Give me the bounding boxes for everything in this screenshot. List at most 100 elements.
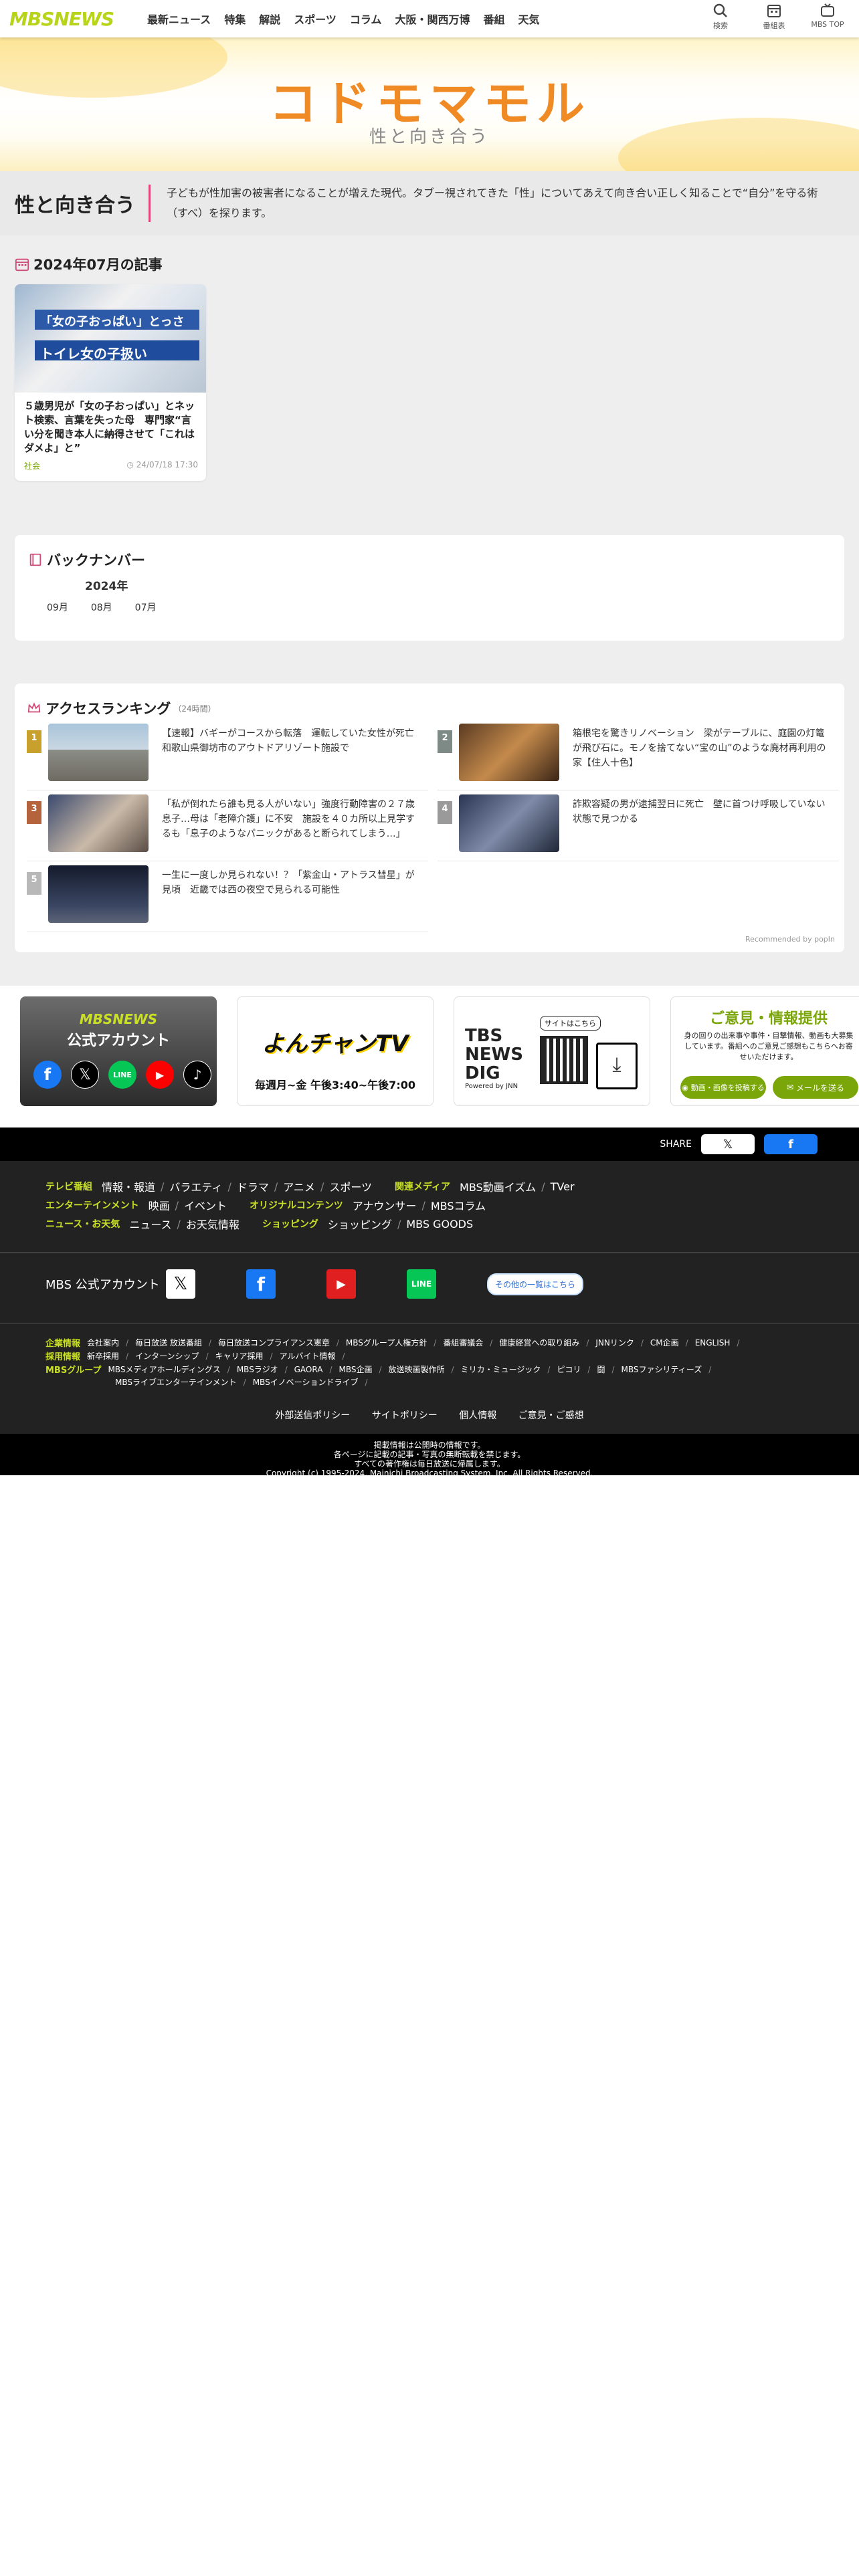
share-facebook-button[interactable]: f bbox=[764, 1134, 818, 1154]
footer-category: オリジナルコンテンツ bbox=[250, 1200, 343, 1211]
tv-icon bbox=[821, 3, 834, 17]
ranking-item[interactable]: 5 一生に一度しか見られない！？「紫金山・アトラス彗星」が見頃 近畿では西の夜空… bbox=[27, 865, 428, 932]
facebook-icon[interactable]: f bbox=[246, 1269, 276, 1299]
nav-commentary[interactable]: 解説 bbox=[252, 11, 287, 27]
footer-link[interactable]: 放送映画製作所 bbox=[389, 1364, 445, 1375]
footer-link[interactable]: TVer bbox=[551, 1180, 575, 1193]
rank-number: 3 bbox=[27, 801, 41, 824]
ranking-thumbnail bbox=[459, 724, 559, 781]
youtube-icon[interactable]: ▶ bbox=[326, 1269, 356, 1299]
footer-link[interactable]: イベント bbox=[184, 1197, 227, 1213]
nav-column[interactable]: コラム bbox=[343, 11, 389, 27]
promo-official-accounts[interactable]: MBSNEWS 公式アカウント f 𝕏 LINE ▶ ♪ bbox=[20, 996, 217, 1106]
footer-link[interactable]: スポーツ bbox=[329, 1178, 372, 1194]
footer-link[interactable]: JNNリンク bbox=[595, 1337, 634, 1348]
line-icon: LINE bbox=[108, 1061, 136, 1089]
footer-link[interactable]: MBS GOODS bbox=[406, 1218, 473, 1230]
footer-link[interactable]: ENGLISH bbox=[695, 1338, 731, 1348]
footer-link[interactable]: 毎日放送コンプライアンス憲章 bbox=[218, 1337, 330, 1348]
month-link[interactable]: 09月 bbox=[43, 599, 72, 615]
mbs-top-button[interactable]: MBS TOP bbox=[809, 3, 846, 31]
policy-links: 外部送信ポリシー サイトポリシー 個人情報 ご意見・ご感想 bbox=[0, 1408, 859, 1422]
footer-link[interactable]: アナウンサー bbox=[353, 1197, 417, 1213]
ranking-heading: アクセスランキング （24時間） bbox=[27, 698, 216, 718]
footer-link[interactable]: CM企画 bbox=[650, 1337, 679, 1348]
footer-link[interactable]: 闘 bbox=[597, 1364, 605, 1375]
rank-number: 4 bbox=[438, 801, 452, 824]
footer-link[interactable]: 新卒採用 bbox=[87, 1350, 119, 1362]
footer-link[interactable]: アニメ bbox=[283, 1178, 315, 1194]
footer-link[interactable]: お天気情報 bbox=[186, 1216, 240, 1232]
footer-link[interactable]: バラエティ bbox=[169, 1178, 222, 1194]
group-links-2: MBSライブエンターテインメント / MBSイノベーションドライブ / bbox=[115, 1376, 368, 1388]
footer-link[interactable]: MBSメディアホールディングス bbox=[108, 1364, 220, 1375]
article-date: ◷ 24/07/18 17:30 bbox=[126, 460, 198, 471]
nav-features[interactable]: 特集 bbox=[217, 11, 252, 27]
footer-link[interactable]: ショッピング bbox=[328, 1216, 392, 1232]
footer-link[interactable]: MBSコラム bbox=[431, 1197, 486, 1213]
policy-link[interactable]: サイトポリシー bbox=[372, 1410, 438, 1421]
footer-link[interactable]: MBSイノベーションドライブ bbox=[253, 1376, 359, 1388]
mbsnews-logo[interactable]: MBSNEWS bbox=[9, 8, 114, 30]
divider bbox=[149, 185, 151, 222]
program-guide-button[interactable]: 番組表 bbox=[756, 3, 792, 31]
footer-link[interactable]: 情報・報道 bbox=[102, 1178, 155, 1194]
promo-tbs-logo: TBS NEWS DIG bbox=[465, 1026, 523, 1083]
nav-expo[interactable]: 大阪・関西万博 bbox=[388, 11, 476, 27]
footer-link[interactable]: MBSラジオ bbox=[237, 1364, 278, 1375]
footer-link[interactable]: 映画 bbox=[149, 1197, 170, 1213]
copyright-line: すべての著作権は毎日放送に帰属します。 bbox=[354, 1459, 505, 1469]
backnumber-section: バックナンバー 2024年 09月 08月 07月 bbox=[15, 535, 844, 641]
footer-link[interactable]: MBS動画イズム bbox=[460, 1178, 536, 1194]
footer-link[interactable]: キャリア採用 bbox=[215, 1350, 264, 1362]
footer-link[interactable]: 会社案内 bbox=[87, 1337, 119, 1348]
nav-latest-news[interactable]: 最新ニュース bbox=[140, 11, 217, 27]
policy-link[interactable]: 個人情報 bbox=[459, 1410, 496, 1421]
ranking-item[interactable]: 2 箱根宅を驚きリノベーション 梁がテーブルに、庭園の灯篭が飛び石に。モノを捨て… bbox=[438, 724, 839, 790]
footer-row: エンターテインメント 映画 / イベント オリジナルコンテンツ アナウンサー / M… bbox=[45, 1197, 486, 1213]
ranking-item[interactable]: 3 「私が倒れたら誰も見る人がいない」強度行動障害の２７歳息子…母は「老障介護」… bbox=[27, 794, 428, 861]
policy-link[interactable]: ご意見・ご感想 bbox=[518, 1410, 584, 1421]
nav-weather[interactable]: 天気 bbox=[511, 11, 546, 27]
footer-link[interactable]: ミリカ・ミュージック bbox=[461, 1364, 541, 1375]
footer-link[interactable]: MBSグループ人権方針 bbox=[346, 1337, 427, 1348]
separator: / bbox=[227, 1180, 231, 1193]
footer-link[interactable]: アルバイト情報 bbox=[280, 1350, 336, 1362]
month-link[interactable]: 07月 bbox=[131, 599, 161, 615]
promo-banners: MBSNEWS 公式アカウント f 𝕏 LINE ▶ ♪ よんチャンTV 毎週月… bbox=[20, 996, 859, 1106]
article-card[interactable]: 「女の子おっぱい」とっさ トイレ女の子扱い ５歳男児が「女の子おっぱい」とネット… bbox=[15, 284, 206, 481]
social-more-button[interactable]: その他の一覧はこちら bbox=[487, 1273, 584, 1295]
promo-feedback[interactable]: ご意見・情報提供 身の回りの出来事や事件・目撃情報、動画も大募集しています。番組… bbox=[670, 996, 859, 1106]
footer-link[interactable]: MBS企画 bbox=[339, 1364, 372, 1375]
nav-programs[interactable]: 番組 bbox=[476, 11, 511, 27]
mail-label: メールを送る bbox=[796, 1083, 845, 1093]
search-button[interactable]: 検索 bbox=[702, 3, 739, 31]
share-x-button[interactable]: 𝕏 bbox=[701, 1134, 755, 1154]
articles-section: 2024年07月の記事 「女の子おっぱい」とっさ トイレ女の子扱い ５歳男児が「… bbox=[15, 254, 206, 481]
footer-link[interactable]: 番組審議会 bbox=[443, 1337, 483, 1348]
footer-link[interactable]: 健康経営への取り組み bbox=[499, 1337, 579, 1348]
promo-tbs-news-dig[interactable]: TBS NEWS DIG Powered by JNN サイトはこちら ⤓ bbox=[454, 996, 650, 1106]
footer-link[interactable]: 毎日放送 放送番組 bbox=[135, 1337, 202, 1348]
x-icon[interactable]: 𝕏 bbox=[166, 1269, 195, 1299]
policy-link[interactable]: 外部送信ポリシー bbox=[275, 1410, 350, 1421]
footer-link[interactable]: ピコリ bbox=[557, 1364, 581, 1375]
footer-link[interactable]: GAORA bbox=[294, 1365, 323, 1374]
month-link[interactable]: 08月 bbox=[87, 599, 116, 615]
promo-tbs-sub: Powered by JNN bbox=[465, 1083, 518, 1090]
footer-link[interactable]: ニュース bbox=[129, 1216, 171, 1232]
promo-yonchan-tv[interactable]: よんチャンTV 毎週月~金 午後3:40~午後7:00 bbox=[237, 996, 434, 1106]
footer-link[interactable]: インターンシップ bbox=[135, 1350, 199, 1362]
ranking-item[interactable]: 1 【速報】バギーがコースから転落 運転していた女性が死亡 和歌山県御坊市のアウ… bbox=[27, 724, 428, 790]
header-utility: 検索 番組表 MBS TOP bbox=[702, 3, 846, 31]
ranking-title: 【速報】バギーがコースから転落 運転していた女性が死亡 和歌山県御坊市のアウトド… bbox=[162, 728, 423, 754]
calendar-icon bbox=[15, 258, 29, 272]
nav-sports[interactable]: スポーツ bbox=[287, 11, 343, 27]
footer-link[interactable]: MBSファシリティーズ bbox=[622, 1364, 702, 1375]
ranking-thumbnail bbox=[48, 724, 149, 781]
footer-link[interactable]: MBSライブエンターテインメント bbox=[115, 1376, 237, 1388]
line-icon[interactable]: LINE bbox=[407, 1269, 436, 1299]
mail-icon: ✉ bbox=[786, 1083, 794, 1092]
ranking-item[interactable]: 4 詐欺容疑の男が逮捕翌日に死亡 壁に首つけ呼吸していない状態で見つかる bbox=[438, 794, 839, 861]
footer-link[interactable]: ドラマ bbox=[237, 1178, 269, 1194]
